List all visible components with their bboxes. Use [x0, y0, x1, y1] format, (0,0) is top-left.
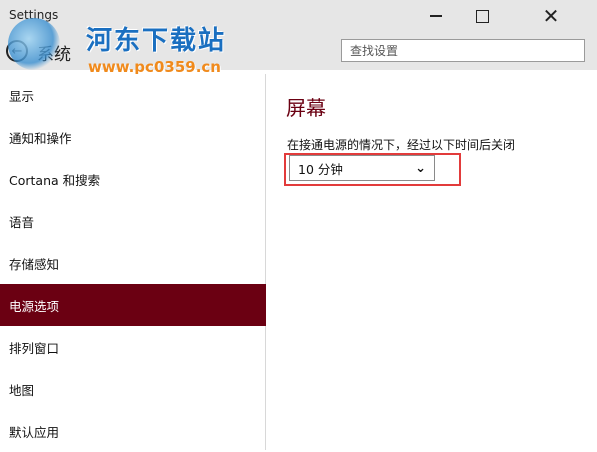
- close-button[interactable]: ✕: [505, 0, 597, 32]
- sidebar-item-power[interactable]: 电源选项: [0, 284, 266, 326]
- sidebar-item-default-apps[interactable]: 默认应用: [0, 410, 266, 452]
- sidebar-item-notifications[interactable]: 通知和操作: [0, 116, 266, 158]
- page-heading: 系统: [37, 45, 71, 65]
- sidebar-item-storage[interactable]: 存储感知: [0, 242, 266, 284]
- sidebar-item-cortana[interactable]: Cortana 和搜索: [0, 158, 266, 200]
- sidebar: 显示 通知和操作 Cortana 和搜索 语音 存储感知 电源选项 排列窗口 地…: [0, 74, 266, 450]
- search-box[interactable]: [341, 39, 585, 62]
- sidebar-item-speech[interactable]: 语音: [0, 200, 266, 242]
- sidebar-item-label: 存储感知: [9, 256, 60, 272]
- back-button[interactable]: ←: [6, 40, 28, 62]
- highlight-annotation: [284, 153, 461, 186]
- sidebar-item-label: 显示: [9, 88, 35, 104]
- header-bar: ← 系统: [0, 32, 597, 70]
- maximize-button[interactable]: [459, 0, 505, 32]
- sidebar-item-label: Cortana 和搜索: [9, 172, 101, 188]
- sidebar-item-label: 电源选项: [9, 298, 60, 314]
- title-bar: Settings ✕: [0, 0, 597, 32]
- section-title: 屏幕: [286, 96, 326, 120]
- sidebar-item-display[interactable]: 显示: [0, 74, 266, 116]
- sidebar-item-maps[interactable]: 地图: [0, 368, 266, 410]
- maximize-icon: [475, 9, 489, 23]
- sidebar-item-label: 排列窗口: [9, 340, 60, 356]
- minimize-button[interactable]: [413, 0, 459, 32]
- search-input[interactable]: [342, 40, 584, 61]
- content-pane: 屏幕 在接通电源的情况下，经过以下时间后关闭 10 分钟 ⌄: [284, 92, 515, 186]
- sidebar-item-label: 默认应用: [9, 424, 60, 440]
- app-title: Settings: [9, 8, 59, 22]
- back-arrow-icon: ←: [11, 43, 23, 59]
- sidebar-item-label: 地图: [9, 382, 35, 398]
- screen-off-label: 在接通电源的情况下，经过以下时间后关闭: [287, 138, 516, 152]
- sidebar-item-label: 通知和操作: [9, 130, 72, 146]
- sidebar-item-snap[interactable]: 排列窗口: [0, 326, 266, 368]
- minimize-icon: [430, 15, 442, 17]
- close-icon: ✕: [542, 4, 560, 28]
- sidebar-item-label: 语音: [9, 214, 35, 230]
